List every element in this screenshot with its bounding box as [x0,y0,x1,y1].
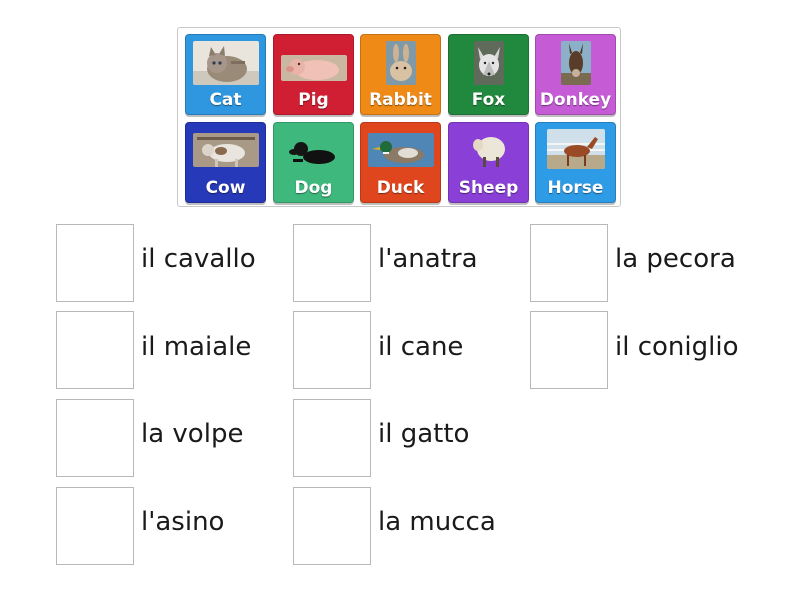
rabbit-image [385,41,416,85]
tile-label: Rabbit [369,90,432,110]
cow-image [192,133,259,167]
tile-label: Donkey [539,90,612,110]
drop-slot[interactable] [293,399,371,477]
target-word: l'anatra [378,244,478,274]
tile-label: Duck [376,178,425,198]
tile-label: Sheep [458,178,519,198]
tile-label: Cow [205,178,246,198]
tile-label: Dog [294,178,333,198]
tile-sheep[interactable]: Sheep [448,122,529,203]
dog-image [284,133,343,167]
tile-pig[interactable]: Pig [273,34,354,115]
tile-label: Pig [298,90,329,110]
cat-image [192,41,259,85]
tile-label: Horse [547,178,604,198]
drop-slot[interactable] [56,399,134,477]
target-word: il cane [378,332,464,362]
target-word: l'asino [141,507,225,537]
drop-slot[interactable] [293,487,371,565]
tile-label: Cat [209,90,242,110]
tile-label: Fox [471,90,506,110]
drop-slot[interactable] [293,224,371,302]
tile-duck[interactable]: Duck [360,122,441,203]
pig-image [280,55,347,81]
duck-image [367,133,434,167]
target-word: il cavallo [141,244,256,274]
target-word: il gatto [378,419,470,449]
donkey-image [560,41,591,85]
tile-rabbit[interactable]: Rabbit [360,34,441,115]
drop-slot[interactable] [56,487,134,565]
tile-cow[interactable]: Cow [185,122,266,203]
tile-dog[interactable]: Dog [273,122,354,203]
drop-slot[interactable] [56,311,134,389]
horse-image [546,129,605,169]
tile-fox[interactable]: Fox [448,34,529,115]
drop-slot[interactable] [56,224,134,302]
target-word: il maiale [141,332,252,362]
tile-tray: Cat Pig Rabbit Fox Donkey Cow Dog Duck S… [177,27,621,207]
target-word: la mucca [378,507,496,537]
tile-donkey[interactable]: Donkey [535,34,616,115]
drop-slot[interactable] [293,311,371,389]
sheep-image [468,129,509,169]
target-word: il coniglio [615,332,739,362]
tile-horse[interactable]: Horse [535,122,616,203]
drop-slot[interactable] [530,224,608,302]
target-word: la volpe [141,419,244,449]
drop-slot[interactable] [530,311,608,389]
fox-image [473,41,504,85]
target-word: la pecora [615,244,736,274]
tile-cat[interactable]: Cat [185,34,266,115]
